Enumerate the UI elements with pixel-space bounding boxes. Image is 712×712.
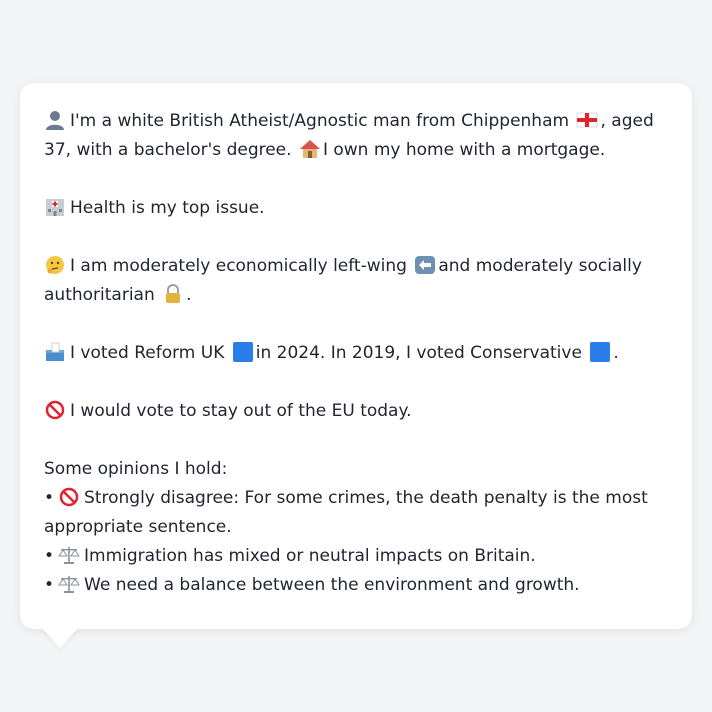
balance-scale-icon <box>58 547 80 564</box>
vote-text-a: I voted Reform UK <box>70 343 225 363</box>
bullet: • <box>44 575 55 595</box>
hospital-icon <box>46 199 64 216</box>
issue-text: Health is my top issue. <box>70 198 265 218</box>
thinking-face-icon <box>46 256 64 274</box>
opinion-text: Immigration has mixed or neutral impacts… <box>84 546 536 566</box>
opinion-text: Strongly disagree: For some crimes, the … <box>44 488 648 537</box>
intro-text-a: I'm a white British Atheist/Agnostic man… <box>70 111 570 131</box>
balance-scale-icon <box>58 576 80 593</box>
opinion-item: • Strongly disagree: For some crimes, th… <box>44 484 668 542</box>
eu-paragraph: I would vote to stay out of the EU today… <box>44 397 668 426</box>
reform-color-square <box>232 342 253 362</box>
opinions-section: Some opinions I hold: • Strongly disagre… <box>44 455 668 600</box>
vote-paragraph: I voted Reform UK in 2024. In 2019, I vo… <box>44 339 668 368</box>
issue-paragraph: Health is my top issue. <box>44 194 668 223</box>
person-icon <box>46 111 64 130</box>
opinion-item: • We need a balance between the environm… <box>44 571 668 600</box>
speech-bubble-tail <box>42 628 78 648</box>
ideology-text-a: I am moderately economically left-wing <box>70 256 407 276</box>
opinion-item: • Immigration has mixed or neutral impac… <box>44 542 668 571</box>
home-text: I own my home with a mortgage. <box>322 140 606 160</box>
no-entry-icon <box>45 400 65 420</box>
vote-text-b: in 2024. In 2019, I voted Conservative <box>255 343 582 363</box>
vote-end: . <box>613 343 619 363</box>
lock-icon <box>166 284 181 303</box>
ballot-box-icon <box>46 342 64 361</box>
england-flag-icon <box>577 112 598 128</box>
left-arrow-icon <box>415 256 436 274</box>
conservative-color-square <box>590 342 611 362</box>
bullet: • <box>44 488 55 508</box>
ideology-end: . <box>186 285 192 305</box>
bullet: • <box>44 546 55 566</box>
eu-text: I would vote to stay out of the EU today… <box>70 401 412 421</box>
intro-paragraph: I'm a white British Atheist/Agnostic man… <box>44 107 668 165</box>
house-icon <box>299 140 320 158</box>
opinions-heading: Some opinions I hold: <box>44 459 228 479</box>
profile-card: I'm a white British Atheist/Agnostic man… <box>20 83 692 629</box>
opinion-text: We need a balance between the environmen… <box>84 575 580 595</box>
ideology-paragraph: I am moderately economically left-wing a… <box>44 252 668 310</box>
no-entry-icon <box>59 487 79 507</box>
